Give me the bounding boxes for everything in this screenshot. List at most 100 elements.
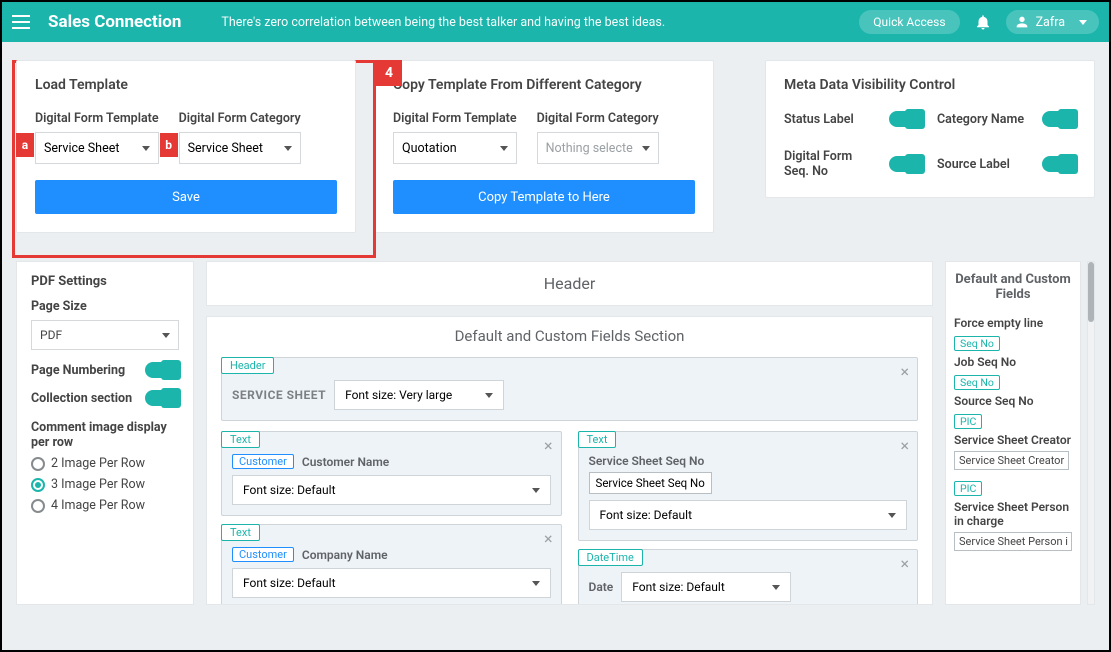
date-label: Date [589,580,614,594]
chevron-down-icon [642,146,650,151]
comment-image-label: Comment image display per row [31,420,179,450]
meta-label: Source Label [937,157,1028,172]
header-card: Header [206,261,933,306]
creator-box: Service Sheet Creator [954,451,1069,470]
customer-name-block[interactable]: Text × Customer Customer Name Font size:… [221,431,562,516]
copy-template-card: Copy Template From Different Category Di… [374,60,714,233]
chevron-down-icon [142,146,150,151]
callout-a: a [16,133,34,157]
service-sheet-person-label[interactable]: Service Sheet Person in charge [954,498,1072,530]
company-name-block[interactable]: Text × Customer Company Name Font size: … [221,524,562,605]
user-menu[interactable]: Zafra [1006,10,1099,34]
quick-access-button[interactable]: Quick Access [859,10,959,34]
page-size-label: Page Size [31,299,179,314]
scrollbar[interactable] [1087,261,1095,605]
seq-no-block[interactable]: Text × Service Sheet Seq No Service Shee… [578,431,919,541]
header-block[interactable]: Header × SERVICE SHEET Font size: Very l… [221,357,918,421]
close-icon[interactable]: × [544,436,553,455]
font-size-select[interactable]: Font size: Default [589,500,908,530]
source-seq-no[interactable]: Source Seq No [954,392,1072,410]
fields-section-card: Default and Custom Fields Section Header… [206,316,933,605]
close-icon[interactable]: × [900,362,909,381]
force-empty-line[interactable]: Force empty line [954,314,1072,332]
meta-visibility-card: Meta Data Visibility Control Status Labe… [765,60,1095,198]
font-size-select[interactable]: Font size: Default [232,568,551,598]
user-icon [1014,14,1030,30]
meta-label: Status Label [784,112,875,127]
customer-name-label: Customer Name [302,455,389,469]
copy-template-button[interactable]: Copy Template to Here [393,180,695,214]
close-icon[interactable]: × [900,436,909,455]
company-name-label: Company Name [302,548,388,562]
category-name-toggle[interactable] [1042,111,1076,127]
seq-no-label: Service Sheet Seq No [589,454,908,468]
chevron-down-icon [772,585,780,590]
load-template-card: Load Template Digital Form Template a Se… [16,60,356,233]
copy-template-select[interactable]: Quotation [393,132,517,164]
chevron-down-icon [284,146,292,151]
card-title: Copy Template From Different Category [393,77,695,93]
page-numbering-toggle[interactable] [145,362,179,378]
copy-category-select[interactable]: Nothing selecte [537,132,659,164]
lower-section: PDF Settings Page Size PDF Page Numberin… [16,261,1095,605]
page-size-select[interactable]: PDF [31,320,179,350]
user-name: Zafra [1036,15,1065,30]
close-icon[interactable]: × [900,554,909,573]
sidebar-title: PDF Settings [31,274,179,289]
seq-no-tag: Seq No [954,336,1000,351]
seq-no-tag: Seq No [954,375,1000,390]
pdf-settings-sidebar: PDF Settings Page Size PDF Page Numberin… [16,261,194,605]
font-size-select[interactable]: Font size: Very large [334,380,504,410]
block-tag: Text [221,431,260,448]
block-tag: DateTime [578,549,643,566]
center-editor: Header Default and Custom Fields Section… [206,261,933,605]
header-quote: There's zero correlation between being t… [221,15,859,30]
seq-no-toggle[interactable] [889,156,923,172]
palette-title: Default and Custom Fields [954,272,1072,302]
field-label: Digital Form Category [537,111,659,126]
chevron-down-icon [500,146,508,151]
top-bar: Sales Connection There's zero correlatio… [2,2,1109,42]
meta-label: Digital Form Seq. No [784,149,875,179]
menu-icon[interactable] [12,10,36,34]
font-size-select[interactable]: Font size: Default [621,572,791,602]
person-box: Service Sheet Person i [954,532,1072,551]
chevron-down-icon [532,581,540,586]
chevron-down-icon [1079,20,1087,25]
block-tag: Text [221,524,260,541]
radio-2-per-row[interactable]: 2 Image Per Row [31,456,179,471]
seq-no-box: Service Sheet Seq No [589,472,712,494]
save-button[interactable]: Save [35,180,337,214]
section-title: Default and Custom Fields Section [207,317,932,349]
scrollbar-thumb[interactable] [1088,262,1094,322]
collection-section-label: Collection section [31,391,132,406]
brand-title: Sales Connection [48,12,181,32]
radio-3-per-row[interactable]: 3 Image Per Row [31,477,179,492]
block-tag: Header [221,357,274,374]
customer-tag: Customer [232,454,294,469]
field-label: Digital Form Template [35,111,159,126]
chevron-down-icon [485,393,493,398]
service-sheet-creator-label[interactable]: Service Sheet Creator [954,431,1072,449]
source-label-toggle[interactable] [1042,156,1076,172]
radio-4-per-row[interactable]: 4 Image Per Row [31,498,179,513]
header-title: Header [207,262,932,305]
font-size-select[interactable]: Font size: Default [232,475,551,505]
fields-palette: Default and Custom Fields Force empty li… [945,261,1081,605]
job-seq-no[interactable]: Job Seq No [954,353,1072,371]
right-column: Default and Custom Fields Force empty li… [945,261,1095,605]
collection-section-toggle[interactable] [145,390,179,406]
card-title: Meta Data Visibility Control [784,77,1076,93]
chevron-down-icon [888,513,896,518]
datetime-block[interactable]: DateTime × Date Font size: Default [578,549,919,605]
pic-tag: PIC [954,481,982,496]
callout-4: 4 [376,60,402,86]
bell-icon[interactable] [974,13,992,31]
field-label: Digital Form Category [179,111,301,126]
close-icon[interactable]: × [544,529,553,548]
digital-form-category-select[interactable]: Service Sheet [179,132,301,164]
digital-form-template-select[interactable]: Service Sheet [35,132,159,164]
page-numbering-label: Page Numbering [31,363,125,378]
card-title: Load Template [35,77,337,93]
status-label-toggle[interactable] [889,111,923,127]
